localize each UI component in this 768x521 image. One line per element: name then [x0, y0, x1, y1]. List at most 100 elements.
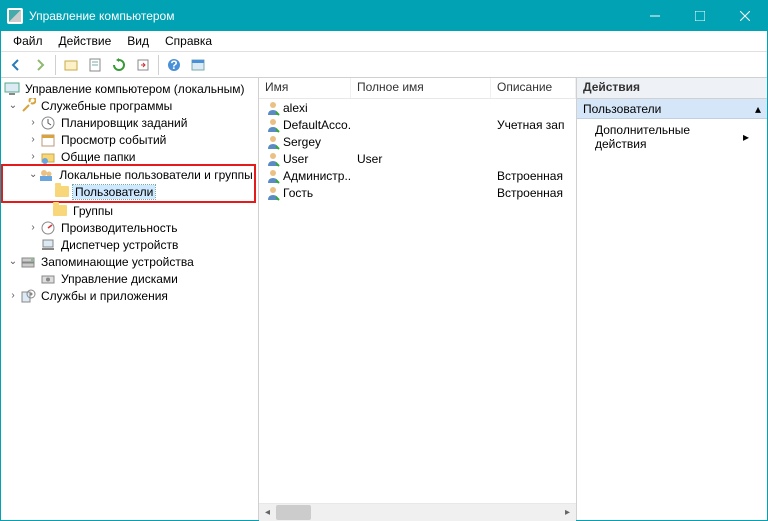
collapse-icon[interactable]: ⌄ — [29, 169, 37, 180]
tree-label: Запоминающие устройства — [39, 255, 196, 269]
list-row[interactable]: DefaultAcco... Учетная зап — [259, 116, 576, 133]
menubar: Файл Действие Вид Справка — [1, 31, 767, 52]
tree-label: Производительность — [59, 221, 179, 235]
column-description[interactable]: Описание — [491, 78, 576, 98]
disk-icon — [40, 271, 56, 287]
clock-icon — [40, 115, 56, 131]
performance-icon — [40, 220, 56, 236]
menu-view[interactable]: Вид — [119, 32, 157, 50]
back-button[interactable] — [5, 54, 27, 76]
tree-service-programs[interactable]: ⌄ Служебные программы — [1, 97, 258, 114]
up-button[interactable] — [60, 54, 82, 76]
user-icon — [265, 185, 281, 201]
window-title: Управление компьютером — [29, 9, 632, 23]
services-icon — [20, 288, 36, 304]
scroll-left-icon[interactable]: ◂ — [259, 504, 276, 521]
close-button[interactable] — [722, 1, 767, 31]
expand-icon[interactable]: › — [27, 134, 39, 145]
scroll-thumb[interactable] — [276, 505, 311, 520]
tree-label: Служебные программы — [39, 99, 174, 113]
tree-shared-folders[interactable]: › Общие папки — [1, 148, 258, 165]
collapse-icon[interactable]: ⌄ — [7, 100, 19, 111]
tree-label: Группы — [71, 204, 115, 218]
actions-section-label: Пользователи — [583, 102, 661, 116]
user-icon — [265, 117, 281, 133]
tree-services-apps[interactable]: › Службы и приложения — [1, 287, 258, 304]
export-button[interactable] — [132, 54, 154, 76]
tree-root[interactable]: Управление компьютером (локальным) — [1, 80, 258, 97]
window-controls — [632, 1, 767, 31]
folder-icon — [54, 184, 70, 200]
tree-label: Пользователи — [73, 185, 155, 199]
list-row[interactable]: Sergey — [259, 133, 576, 150]
folder-icon — [52, 203, 68, 219]
collapse-icon[interactable]: ⌄ — [7, 256, 19, 267]
tree-event-viewer[interactable]: › Просмотр событий — [1, 131, 258, 148]
user-name: DefaultAcco... — [283, 118, 351, 132]
menu-action[interactable]: Действие — [51, 32, 120, 50]
tree-label: Локальные пользователи и группы — [57, 168, 254, 182]
user-name: Sergey — [283, 135, 321, 149]
tree-device-manager[interactable]: Диспетчер устройств — [1, 236, 258, 253]
tree-label: Планировщик заданий — [59, 116, 189, 130]
column-fullname[interactable]: Полное имя — [351, 78, 491, 98]
actions-pane: Действия Пользователи ▴ Дополнительные д… — [577, 78, 767, 520]
list-body[interactable]: alexiDefaultAcco...Учетная запSergeyUser… — [259, 99, 576, 503]
chevron-up-icon: ▴ — [755, 102, 761, 116]
tree-performance[interactable]: › Производительность — [1, 219, 258, 236]
tree-label: Просмотр событий — [59, 133, 168, 147]
menu-help[interactable]: Справка — [157, 32, 220, 50]
extra-button[interactable] — [187, 54, 209, 76]
maximize-button[interactable] — [677, 1, 722, 31]
expand-icon[interactable]: › — [7, 290, 19, 301]
user-description: Встроенная — [491, 169, 576, 183]
minimize-button[interactable] — [632, 1, 677, 31]
svg-text:?: ? — [170, 58, 177, 72]
horizontal-scrollbar[interactable]: ◂ ▸ — [259, 503, 576, 520]
list-row[interactable]: Гость Встроенная — [259, 184, 576, 201]
tree-users[interactable]: Пользователи — [3, 183, 254, 200]
tree-label: Диспетчер устройств — [59, 238, 180, 252]
list-row[interactable]: User User — [259, 150, 576, 167]
expand-icon[interactable]: › — [27, 117, 39, 128]
toolbar: ? — [1, 52, 767, 78]
list-pane: Имя Полное имя Описание alexiDefaultAcco… — [259, 78, 577, 520]
tree-storage[interactable]: ⌄ Запоминающие устройства — [1, 253, 258, 270]
app-icon — [7, 8, 23, 24]
user-icon — [265, 168, 281, 184]
content-area: Управление компьютером (локальным) ⌄ Слу… — [1, 78, 767, 520]
user-name: Гость — [283, 186, 313, 200]
tree-disk-management[interactable]: Управление дисками — [1, 270, 258, 287]
toolbar-separator — [55, 55, 56, 75]
user-fullname: User — [351, 152, 491, 166]
tree-task-scheduler[interactable]: › Планировщик заданий — [1, 114, 258, 131]
properties-button[interactable] — [84, 54, 106, 76]
user-icon — [265, 134, 281, 150]
help-button[interactable]: ? — [163, 54, 185, 76]
actions-more-link[interactable]: Дополнительные действия ▸ — [577, 119, 767, 155]
expand-icon[interactable]: › — [27, 222, 39, 233]
tree-pane[interactable]: Управление компьютером (локальным) ⌄ Слу… — [1, 78, 259, 520]
user-description: Встроенная — [491, 186, 576, 200]
list-row[interactable]: alexi — [259, 99, 576, 116]
menu-file[interactable]: Файл — [5, 32, 51, 50]
column-name[interactable]: Имя — [259, 78, 351, 98]
refresh-button[interactable] — [108, 54, 130, 76]
actions-section-users[interactable]: Пользователи ▴ — [577, 99, 767, 119]
calendar-icon — [40, 132, 56, 148]
tree-groups[interactable]: Группы — [1, 202, 258, 219]
tree-local-users-groups[interactable]: ⌄ Локальные пользователи и группы — [3, 166, 254, 183]
scroll-track[interactable] — [276, 504, 559, 521]
tree-label: Службы и приложения — [39, 289, 170, 303]
scroll-right-icon[interactable]: ▸ — [559, 504, 576, 521]
forward-button[interactable] — [29, 54, 51, 76]
device-icon — [40, 237, 56, 253]
tools-icon — [20, 98, 36, 114]
actions-header: Действия — [577, 78, 767, 99]
expand-icon[interactable]: › — [27, 151, 39, 162]
list-row[interactable]: Администр...Встроенная — [259, 167, 576, 184]
user-description: Учетная зап — [491, 118, 576, 132]
storage-icon — [20, 254, 36, 270]
list-header: Имя Полное имя Описание — [259, 78, 576, 99]
user-name: User — [283, 152, 308, 166]
